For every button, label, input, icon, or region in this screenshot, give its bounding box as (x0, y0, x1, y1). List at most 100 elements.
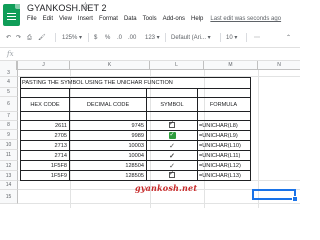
decimal-cell[interactable]: 10004 (69, 150, 147, 161)
row-header-10[interactable]: 10 (0, 140, 18, 150)
symbol-cell[interactable]: ✓ (146, 130, 198, 141)
hex-cell[interactable]: 2713 (20, 140, 70, 151)
sheets-logo-icon[interactable] (3, 4, 20, 26)
font-select[interactable]: Default (Ari... ▾ (171, 33, 211, 43)
hex-cell[interactable]: 1F5F8 (20, 160, 70, 171)
decimal-cell[interactable]: 9745 (69, 120, 147, 131)
table-cell[interactable] (197, 88, 251, 98)
formula-bar[interactable]: fx (0, 47, 300, 61)
header-hex-code[interactable]: HEX CODE (20, 97, 70, 112)
menu-edit[interactable]: Edit (43, 16, 53, 28)
column-header-j[interactable]: J (18, 61, 70, 70)
check-mark-icon: ✓ (169, 142, 175, 150)
formula-cell[interactable]: =UNICHAR(L11) (197, 150, 251, 161)
ballot-box-check-icon (169, 122, 175, 129)
formula-cell[interactable]: =UNICHAR(L8) (197, 120, 251, 131)
heavy-check-mark-icon: ✓ (169, 152, 175, 160)
table-title-cell[interactable]: PASTING THE SYMBOL USING THE UNICHAR FUN… (20, 77, 251, 89)
toolbar: ↶ ↷ ⎙ 🖌 125% ▾ $ % .0 .00 123 ▾ Default … (0, 31, 300, 45)
undo-icon[interactable]: ↶ (6, 33, 11, 43)
row-header-12[interactable]: 12 (0, 161, 18, 171)
print-icon[interactable]: ⎙ (27, 33, 32, 43)
decimal-cell[interactable]: 10003 (69, 140, 147, 151)
menu-format[interactable]: Format (99, 16, 118, 28)
row-header-7[interactable]: 7 (0, 112, 18, 121)
decimal-cell[interactable]: 128505 (69, 170, 147, 181)
row-header-4[interactable]: 4 (0, 77, 18, 88)
unichar-table: PASTING THE SYMBOL USING THE UNICHAR FUN… (20, 77, 251, 181)
decimal-cell[interactable]: 9989 (69, 130, 147, 141)
increase-decimal-button[interactable]: .00 (128, 33, 136, 43)
decrease-decimal-button[interactable]: .0 (117, 33, 122, 43)
formula-cell[interactable]: =UNICHAR(L12) (197, 160, 251, 171)
font-size-select[interactable]: 10 ▾ (226, 33, 237, 43)
table-cell[interactable] (146, 111, 198, 121)
decimal-cell[interactable]: 128504 (69, 160, 147, 171)
column-header-m[interactable]: M (204, 61, 258, 70)
symbol-cell[interactable]: ✓ (146, 150, 198, 161)
row-header-13[interactable]: 13 (0, 171, 18, 181)
row-header-8[interactable]: 8 (0, 121, 18, 130)
last-edit-status[interactable]: Last edit was seconds ago (210, 16, 281, 28)
menu-data[interactable]: Data (124, 16, 137, 28)
table-cell[interactable] (197, 111, 251, 121)
zoom-select[interactable]: 125% ▾ (62, 33, 82, 43)
column-header-row: J K L M N (0, 61, 300, 70)
selected-cell[interactable] (252, 189, 298, 202)
row-header-5[interactable]: 5 (0, 88, 18, 97)
table-row: 2714 10004 ✓ =UNICHAR(L11) (20, 150, 251, 161)
formula-cell[interactable]: =UNICHAR(L9) (197, 130, 251, 141)
row-header-15[interactable]: 15 (0, 190, 18, 204)
column-header-k[interactable]: K (70, 61, 150, 70)
menu-bar: File Edit View Insert Format Data Tools … (27, 16, 281, 28)
header-decimal-code[interactable]: DECIMAL CODE (69, 97, 147, 112)
hex-cell[interactable]: 2714 (20, 150, 70, 161)
symbol-cell[interactable]: ✓ (146, 160, 198, 171)
fx-icon: fx (7, 50, 14, 58)
row-header-14[interactable]: 14 (0, 181, 18, 190)
hex-cell[interactable]: 2611 (20, 120, 70, 131)
menu-view[interactable]: View (59, 16, 72, 28)
symbol-cell[interactable] (146, 170, 198, 181)
menu-tools[interactable]: Tools (143, 16, 157, 28)
row-header-11[interactable]: 11 (0, 150, 18, 161)
header-formula[interactable]: FORMULA (197, 97, 251, 112)
symbol-cell[interactable] (146, 120, 198, 131)
table-cell[interactable] (20, 111, 70, 121)
document-title[interactable]: GYANKOSH.NET 2 (27, 3, 107, 13)
table-cell[interactable] (146, 88, 198, 98)
formula-cell[interactable]: =UNICHAR(L13) (197, 170, 251, 181)
column-header-n[interactable]: N (258, 61, 300, 70)
menu-insert[interactable]: Insert (78, 16, 93, 28)
row-header-6[interactable]: 6 (0, 97, 18, 112)
menu-file[interactable]: File (27, 16, 37, 28)
table-row: 2705 9989 ✓ =UNICHAR(L9) (20, 130, 251, 141)
table-cell[interactable] (69, 88, 147, 98)
row-header-3[interactable]: 3 (0, 70, 18, 77)
light-check-mark-icon: ✓ (169, 162, 175, 170)
redo-icon[interactable]: ↷ (16, 33, 21, 43)
select-all-corner[interactable] (0, 61, 18, 70)
row-header-9[interactable]: 9 (0, 130, 18, 140)
paint-format-icon[interactable]: 🖌 (38, 33, 46, 43)
table-cell[interactable] (20, 88, 70, 98)
currency-format-button[interactable]: $ (94, 33, 97, 43)
star-icon[interactable]: ☆ (81, 1, 90, 12)
more-options-icon[interactable]: ⋯ (254, 33, 260, 43)
hex-cell[interactable]: 2705 (20, 130, 70, 141)
green-check-icon: ✓ (168, 132, 176, 139)
column-header-l[interactable]: L (150, 61, 204, 70)
more-formats-button[interactable]: 123 ▾ (145, 33, 160, 43)
table-row: 1F5F8 128504 ✓ =UNICHAR(L12) (20, 160, 251, 171)
percent-format-button[interactable]: % (105, 33, 110, 43)
ballot-box-bold-check-icon (169, 172, 175, 179)
header-symbol[interactable]: SYMBOL (146, 97, 198, 112)
hex-cell[interactable]: 1F5F9 (20, 170, 70, 181)
collapse-toolbar-icon[interactable]: ⌃ (286, 33, 291, 43)
menu-addons[interactable]: Add-ons (163, 16, 185, 28)
menu-help[interactable]: Help (191, 16, 203, 28)
table-row: 2713 10003 ✓ =UNICHAR(L10) (20, 140, 251, 151)
symbol-cell[interactable]: ✓ (146, 140, 198, 151)
table-cell[interactable] (69, 111, 147, 121)
formula-cell[interactable]: =UNICHAR(L10) (197, 140, 251, 151)
